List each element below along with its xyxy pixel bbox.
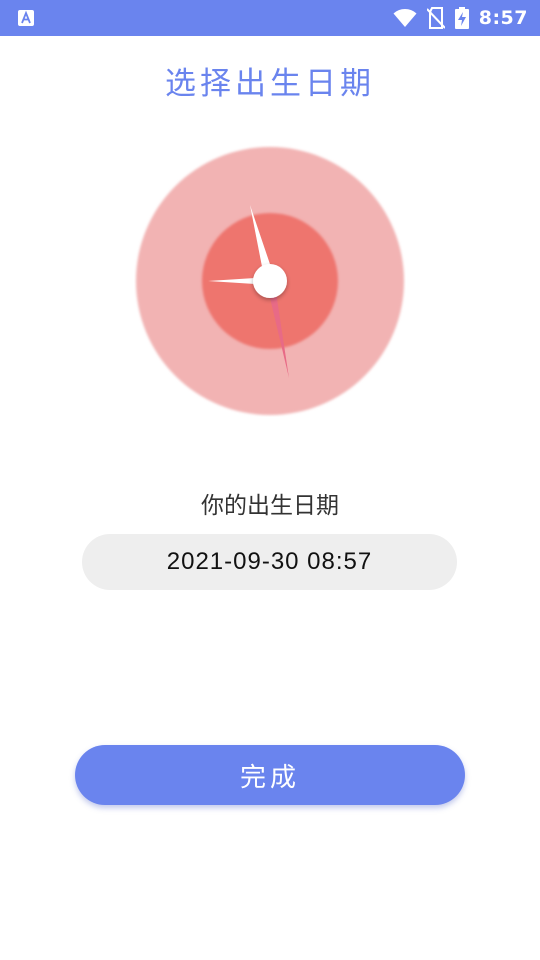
status-icons: 8:57 (393, 0, 528, 36)
done-button-label: 完成 (239, 762, 300, 793)
birth-date-field[interactable]: 2021-09-30 08:57 (82, 534, 457, 590)
accessibility-a-icon (18, 10, 34, 26)
page-title: 选择出生日期 (165, 66, 375, 102)
status-time: 8:57 (478, 7, 528, 29)
birth-date-label: 你的出生日期 (201, 493, 339, 519)
clock-illustration (136, 147, 404, 415)
battery-charging-icon (454, 7, 469, 29)
clock-center-hub (253, 264, 287, 298)
done-button[interactable]: 完成 (75, 745, 465, 805)
no-sim-icon (426, 7, 445, 29)
birth-date-value: 2021-09-30 08:57 (166, 548, 373, 575)
wifi-icon (393, 9, 417, 27)
status-bar: 8:57 (0, 0, 540, 36)
